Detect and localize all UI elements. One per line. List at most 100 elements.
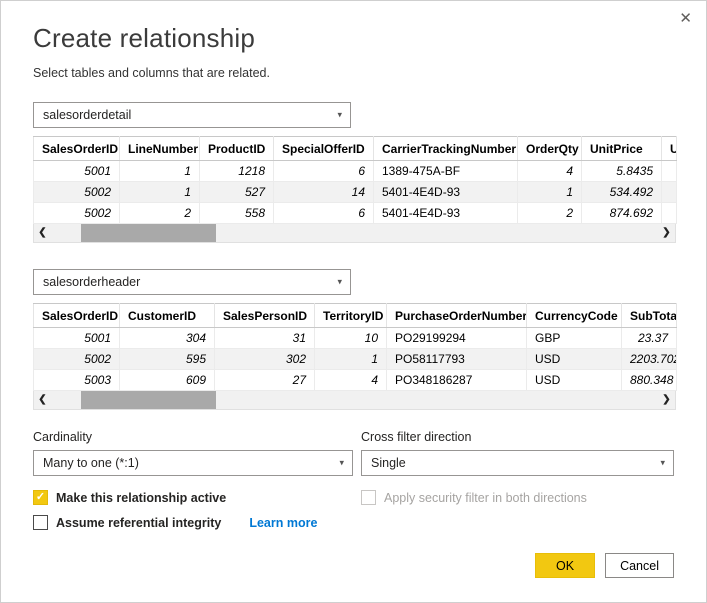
table-cell[interactable]: 1: [518, 182, 582, 203]
learn-more-link[interactable]: Learn more: [249, 516, 317, 530]
scrollbar-thumb[interactable]: [81, 224, 216, 242]
column-header[interactable]: SalesPersonID: [215, 304, 315, 328]
column-header[interactable]: SpecialOfferID: [274, 137, 374, 161]
table-cell[interactable]: 5002: [34, 203, 120, 224]
column-header[interactable]: ProductID: [200, 137, 274, 161]
cardinality-select[interactable]: Many to one (*:1) ▾: [33, 450, 353, 476]
active-relationship-checkbox[interactable]: ✓ Make this relationship active: [33, 490, 353, 505]
table-row: 5001 304 31 10 PO29199294 GBP 23.37: [34, 328, 677, 349]
table-cell[interactable]: [662, 203, 677, 224]
scrollbar-track[interactable]: [51, 391, 658, 409]
table-cell[interactable]: 6: [274, 203, 374, 224]
cardinality-value: Many to one (*:1): [43, 456, 139, 470]
cardinality-label: Cardinality: [33, 430, 353, 444]
table-cell[interactable]: 304: [120, 328, 215, 349]
table-cell[interactable]: 558: [200, 203, 274, 224]
checkbox-unchecked-icon: [361, 490, 376, 505]
table-cell[interactable]: 5401-4E4D-93: [374, 182, 518, 203]
header-row: SalesOrderID CustomerID SalesPersonID Te…: [34, 304, 677, 328]
column-header[interactable]: SalesOrderID: [34, 304, 120, 328]
column-header[interactable]: U: [662, 137, 677, 161]
table-cell[interactable]: USD: [527, 370, 622, 391]
create-relationship-dialog: ✕ Create relationship Select tables and …: [0, 0, 707, 603]
table-cell[interactable]: USD: [527, 349, 622, 370]
table-cell[interactable]: 5002: [34, 349, 120, 370]
cross-filter-select[interactable]: Single ▾: [361, 450, 674, 476]
column-header[interactable]: PurchaseOrderNumber: [387, 304, 527, 328]
upper-table-select[interactable]: salesorderdetail ▾: [33, 102, 351, 128]
chevron-down-icon: ▾: [660, 458, 665, 469]
table-cell[interactable]: 1218: [200, 161, 274, 182]
active-relationship-label: Make this relationship active: [56, 491, 226, 505]
column-header[interactable]: SalesOrderID: [34, 137, 120, 161]
ok-button[interactable]: OK: [535, 553, 595, 578]
table-cell[interactable]: 1: [315, 349, 387, 370]
security-filter-label: Apply security filter in both directions: [384, 491, 587, 505]
table-cell[interactable]: PO29199294: [387, 328, 527, 349]
scrollbar-thumb[interactable]: [81, 391, 216, 409]
table-cell[interactable]: 4: [315, 370, 387, 391]
table-cell[interactable]: 5001: [34, 161, 120, 182]
column-header[interactable]: CustomerID: [120, 304, 215, 328]
table-cell[interactable]: 10: [315, 328, 387, 349]
table-cell[interactable]: 5002: [34, 182, 120, 203]
table-cell[interactable]: 31: [215, 328, 315, 349]
chevron-down-icon: ▾: [337, 110, 342, 121]
table-cell[interactable]: 1: [120, 161, 200, 182]
table-cell[interactable]: 27: [215, 370, 315, 391]
close-icon[interactable]: ✕: [679, 11, 692, 26]
table-cell[interactable]: 595: [120, 349, 215, 370]
table-cell[interactable]: 5003: [34, 370, 120, 391]
table-cell[interactable]: 2203.702: [622, 349, 677, 370]
table-cell[interactable]: 609: [120, 370, 215, 391]
column-header[interactable]: CarrierTrackingNumber: [374, 137, 518, 161]
header-row: SalesOrderID LineNumber ProductID Specia…: [34, 137, 677, 161]
column-header[interactable]: LineNumber: [120, 137, 200, 161]
table-cell[interactable]: 534.492: [582, 182, 662, 203]
table-row: 5002 2 558 6 5401-4E4D-93 2 874.692: [34, 203, 677, 224]
table-cell[interactable]: 874.692: [582, 203, 662, 224]
security-filter-checkbox: Apply security filter in both directions: [361, 490, 674, 505]
lower-table-preview: SalesOrderID CustomerID SalesPersonID Te…: [33, 303, 676, 410]
table-cell[interactable]: 2: [518, 203, 582, 224]
table-cell[interactable]: 880.348: [622, 370, 677, 391]
table-cell[interactable]: 2: [120, 203, 200, 224]
table-cell[interactable]: 5001: [34, 328, 120, 349]
table-cell[interactable]: 4: [518, 161, 582, 182]
table-cell[interactable]: 5401-4E4D-93: [374, 203, 518, 224]
scroll-left-icon[interactable]: ❮: [34, 224, 51, 242]
referential-integrity-checkbox[interactable]: Assume referential integrity: [33, 515, 221, 530]
table-row: 5001 1 1218 6 1389-475A-BF 4 5.8435: [34, 161, 677, 182]
cancel-button[interactable]: Cancel: [605, 553, 674, 578]
lower-table-select-value: salesorderheader: [43, 275, 140, 289]
table-row: 5003 609 27 4 PO348186287 USD 880.348: [34, 370, 677, 391]
column-header[interactable]: TerritoryID: [315, 304, 387, 328]
table-cell[interactable]: 23.37: [622, 328, 677, 349]
scroll-right-icon[interactable]: ❯: [658, 391, 675, 409]
table-cell[interactable]: GBP: [527, 328, 622, 349]
table-cell[interactable]: 527: [200, 182, 274, 203]
lower-table-select[interactable]: salesorderheader ▾: [33, 269, 351, 295]
table-cell[interactable]: PO58117793: [387, 349, 527, 370]
scroll-left-icon[interactable]: ❮: [34, 391, 51, 409]
scroll-right-icon[interactable]: ❯: [658, 224, 675, 242]
column-header[interactable]: UnitPrice: [582, 137, 662, 161]
table-cell[interactable]: [662, 182, 677, 203]
column-header[interactable]: OrderQty: [518, 137, 582, 161]
upper-table-scrollbar[interactable]: ❮ ❯: [33, 224, 676, 243]
column-header[interactable]: CurrencyCode: [527, 304, 622, 328]
table-cell[interactable]: PO348186287: [387, 370, 527, 391]
table-cell[interactable]: 302: [215, 349, 315, 370]
column-header[interactable]: SubTotal: [622, 304, 677, 328]
upper-table-preview: SalesOrderID LineNumber ProductID Specia…: [33, 136, 676, 243]
scrollbar-track[interactable]: [51, 224, 658, 242]
lower-table-scrollbar[interactable]: ❮ ❯: [33, 391, 676, 410]
table-cell[interactable]: 6: [274, 161, 374, 182]
cross-filter-value: Single: [371, 456, 406, 470]
table-cell[interactable]: 1: [120, 182, 200, 203]
table-cell[interactable]: [662, 161, 677, 182]
table-cell[interactable]: 14: [274, 182, 374, 203]
table-cell[interactable]: 5.8435: [582, 161, 662, 182]
upper-table-select-value: salesorderdetail: [43, 108, 131, 122]
table-cell[interactable]: 1389-475A-BF: [374, 161, 518, 182]
